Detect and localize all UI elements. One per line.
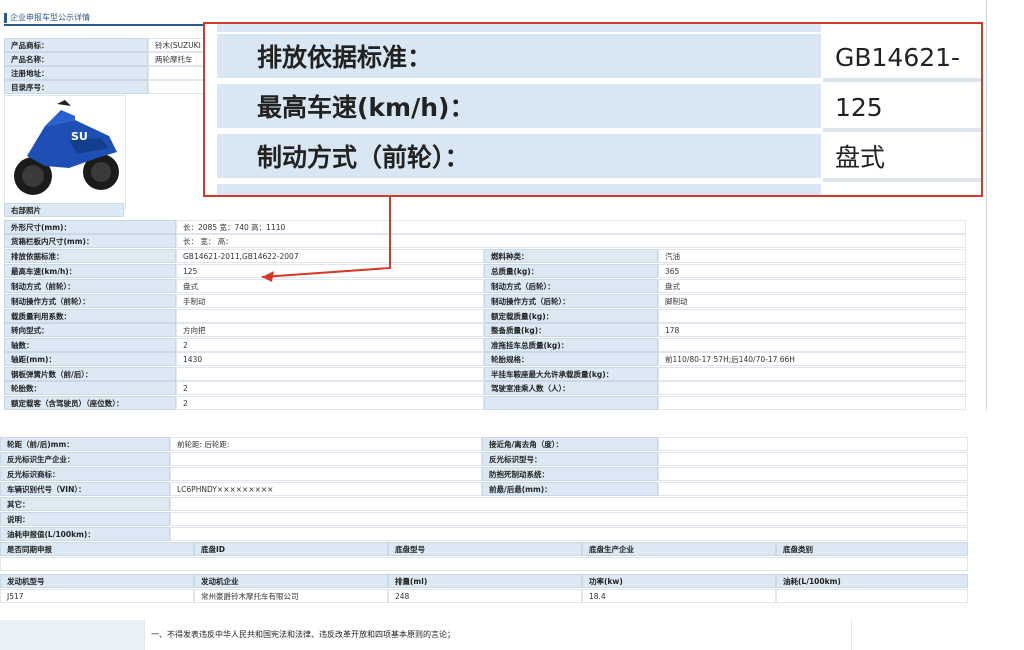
- zoom-value-front-brake: 盘式: [823, 134, 981, 182]
- zoom-callout: 排放依据标准： GB14621-20 最高车速(km/h)： 125 制动方式（…: [203, 22, 983, 197]
- label-vin: 车辆识别代号（VIN）：: [0, 482, 170, 496]
- zoom-value-max-speed: 125: [823, 84, 981, 132]
- value-fuel-consumption: [170, 527, 968, 541]
- zoom-label-front-brake: 制动方式（前轮）：: [217, 134, 821, 182]
- value-reflector-model: [658, 452, 968, 466]
- label-reflector-brand: 反光标识商标：: [0, 467, 170, 481]
- zoom-label-emission: 排放依据标准：: [217, 34, 821, 82]
- chassis-empty-row: [0, 557, 968, 571]
- value-notes: [170, 512, 968, 526]
- label-overhang: 前悬/后悬(mm)：: [482, 482, 658, 496]
- label-abs: 防抱死制动系统：: [482, 467, 658, 481]
- value-vin: LC6PHNDY×××××××××: [170, 482, 482, 496]
- value-other: [170, 497, 968, 511]
- zoom-value-emission: GB14621-20: [823, 34, 981, 120]
- label-track-width: 轮距（前/后)mm：: [0, 437, 170, 451]
- value-overhang: [658, 482, 968, 496]
- value-engine-maker: 常州豪爵铃木摩托车有限公司: [194, 589, 388, 603]
- value-engine-model: J517: [0, 589, 194, 603]
- label-reflector-maker: 反光标识生产企业：: [0, 452, 170, 466]
- header-concurrent: 是否同期申报: [0, 542, 194, 556]
- label-fuel-consumption: 油耗申报值(L/100km)：: [0, 527, 170, 541]
- value-engine-fuel: [776, 589, 968, 603]
- header-engine-fuel: 油耗(L/100km): [776, 574, 968, 588]
- header-chassis-maker: 底盘生产企业: [582, 542, 776, 556]
- label-notes: 说明：: [0, 512, 170, 526]
- header-engine-maker: 发动机企业: [194, 574, 388, 588]
- label-approach-angle: 接近角/离去角（度）：: [482, 437, 658, 451]
- header-chassis-type: 底盘类别: [776, 542, 968, 556]
- upper-sheet: 企业申报车型公示详情 产品商标： 铃木(SUZUKI 产品名称： 两轮摩托车 注…: [0, 0, 987, 412]
- value-reflector-maker: [170, 452, 482, 466]
- value-approach-angle: [658, 437, 968, 451]
- header-displacement: 排量(ml): [388, 574, 582, 588]
- footnote-text: 一、不得发表违反中华人民共和国宪法和法律、违反改革开放和四项基本原则的言论；: [144, 620, 852, 650]
- value-abs: [658, 467, 968, 481]
- header-chassis-id: 底盘ID: [194, 542, 388, 556]
- footnote-side-panel: [0, 620, 144, 650]
- label-reflector-model: 反光标识型号：: [482, 452, 658, 466]
- value-displacement: 248: [388, 589, 582, 603]
- zoom-label-max-speed: 最高车速(km/h)：: [217, 84, 821, 132]
- value-reflector-brand: [170, 467, 482, 481]
- header-chassis-model: 底盘型号: [388, 542, 582, 556]
- header-engine-model: 发动机型号: [0, 574, 194, 588]
- header-power: 功率(kw): [582, 574, 776, 588]
- value-track-width: 前轮距: 后轮距:: [170, 437, 482, 451]
- label-other: 其它：: [0, 497, 170, 511]
- value-power: 18.4: [582, 589, 776, 603]
